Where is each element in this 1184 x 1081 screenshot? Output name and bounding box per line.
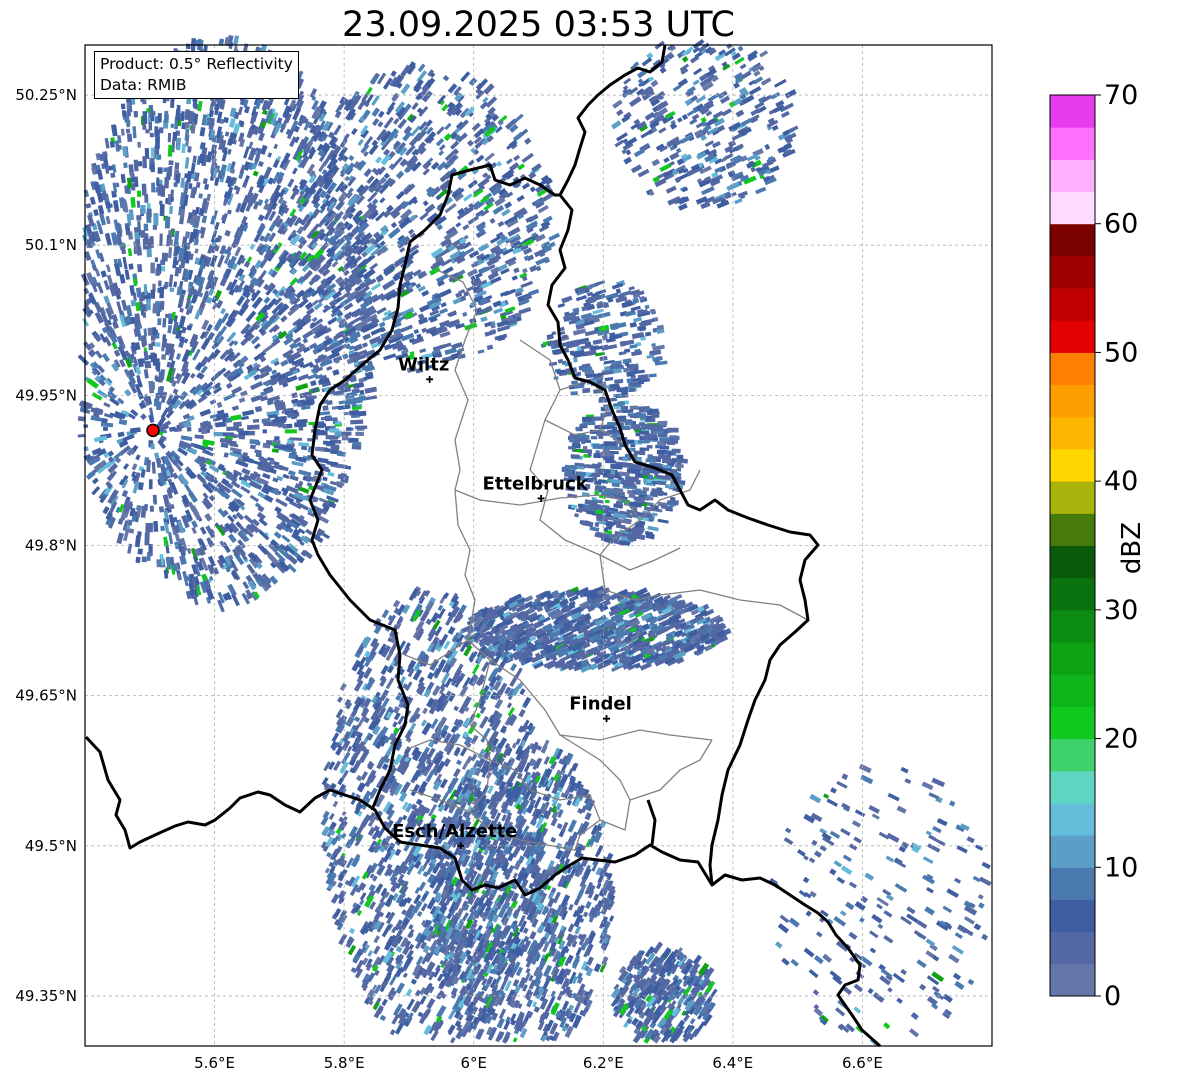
city-label: Findel [569,694,632,715]
city-label: Ettelbruck [483,473,589,494]
colorbar-tick-label: 70 [1104,80,1138,111]
radar-map: Wiltz Ettelbruck Findel Esch/Alzette 5.6°E 5… [15,34,1138,1072]
colorbar-tick-label: 40 [1104,466,1138,497]
colorbar-segment [1050,191,1095,225]
y-tick-label: 50.25°N [15,86,77,104]
product-label: Product: 0.5° Reflectivity [100,55,293,73]
x-tick-label: 6.2°E [583,1054,624,1072]
colorbar-segment [1050,352,1095,386]
colorbar-tick-label: 20 [1104,724,1138,755]
colorbar-segment [1050,255,1095,289]
colorbar-segment [1050,770,1095,804]
colorbar-segment [1050,642,1095,675]
colorbar-segment [1050,223,1095,257]
city-label: Wiltz [398,354,449,375]
x-tick-label: 5.6°E [194,1054,235,1072]
y-tick-label: 49.35°N [15,987,77,1005]
colorbar-segment [1050,899,1095,933]
x-tick-label: 6°E [460,1054,487,1072]
colorbar-segment [1050,577,1095,611]
colorbar-segment [1050,963,1095,997]
radar-site-marker [146,423,160,438]
colorbar-segment [1050,416,1095,450]
colorbar-segment [1050,288,1095,321]
map-plot-area[interactable]: Wiltz Ettelbruck Findel Esch/Alzette [77,34,993,1048]
product-info-box: Product: 0.5° Reflectivity Data: RMIB [94,51,299,99]
y-tick-label: 49.8°N [25,537,77,555]
city-label: Esch/Alzette [392,821,517,842]
colorbar-segment [1050,802,1095,836]
y-tick-label: 49.95°N [15,386,77,404]
colorbar-tick-label: 50 [1104,337,1138,368]
colorbar-segment [1050,738,1095,772]
y-tick-label: 50.1°N [25,236,77,254]
colorbar-segment [1050,706,1095,740]
colorbar-segment [1050,545,1095,579]
colorbar-segment [1050,127,1095,160]
colorbar-tick-label: 60 [1104,209,1138,240]
colorbar-segment [1050,609,1095,643]
colorbar-segment [1050,384,1095,418]
x-tick-label: 6.6°E [842,1054,883,1072]
colorbar-segment [1050,931,1095,965]
colorbar-segment [1050,513,1095,546]
colorbar-segment [1050,674,1095,707]
colorbar-segment [1050,481,1095,514]
colorbar-segment [1050,448,1095,482]
colorbar-segment [1050,835,1095,868]
colorbar-segment [1050,159,1095,193]
colorbar-segment [1050,867,1095,900]
colorbar-tick-label: 10 [1104,852,1138,883]
colorbar-tick-label: 30 [1104,595,1138,626]
y-tick-label: 49.65°N [15,687,77,705]
data-source-label: Data: RMIB [100,76,187,94]
colorbar-segment [1050,95,1095,128]
colorbar-label: dBZ [1117,521,1147,575]
y-tick-label: 49.5°N [25,837,77,855]
colorbar-tick-label: 0 [1104,981,1121,1012]
x-tick-label: 5.8°E [324,1054,365,1072]
colorbar-segment [1050,320,1095,353]
radar-site-dot [146,423,160,438]
x-tick-label: 6.4°E [712,1054,753,1072]
